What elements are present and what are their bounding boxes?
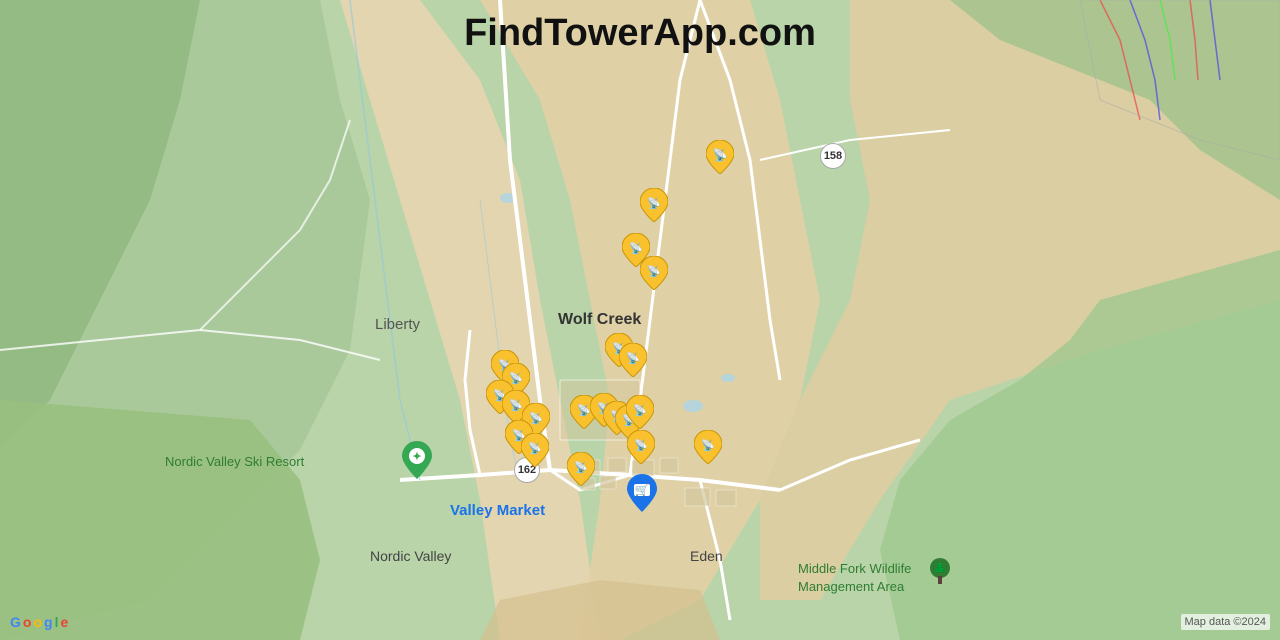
svg-text:📡: 📡	[647, 264, 661, 278]
tower-pin-19[interactable]: 📡	[627, 430, 655, 464]
tower-pin-4[interactable]: 📡	[640, 256, 668, 290]
nordic-valley-ski-pin[interactable]: ✦	[402, 441, 432, 484]
svg-text:📡: 📡	[528, 441, 542, 455]
svg-text:📡: 📡	[626, 351, 640, 365]
valley-market-cart-pin[interactable]: 🛒	[627, 474, 657, 517]
middle-fork-tree-icon: 🌲	[928, 558, 952, 591]
tower-pin-21[interactable]: 📡	[694, 430, 722, 464]
map-background	[0, 0, 1280, 640]
svg-text:📡: 📡	[647, 196, 661, 210]
svg-text:📡: 📡	[629, 241, 643, 255]
svg-text:🌲: 🌲	[933, 562, 947, 575]
svg-text:🛒: 🛒	[635, 483, 650, 497]
tower-pin-20[interactable]: 📡	[567, 452, 595, 486]
svg-text:📡: 📡	[633, 403, 647, 417]
tower-pin-2[interactable]: 📡	[640, 188, 668, 222]
tower-pin-1[interactable]: 📡	[706, 140, 734, 174]
svg-text:✦: ✦	[412, 451, 421, 463]
svg-text:📡: 📡	[574, 460, 588, 474]
google-watermark: G o o g l e	[10, 614, 68, 630]
map-attribution: Map data ©2024	[1181, 614, 1271, 630]
svg-text:📡: 📡	[634, 438, 648, 452]
svg-text:📡: 📡	[701, 438, 715, 452]
tower-pin-18[interactable]: 📡	[626, 395, 654, 429]
tower-pin-6[interactable]: 📡	[619, 343, 647, 377]
tower-pin-13[interactable]: 📡	[521, 433, 549, 467]
map-container: FindTowerApp.com 158 162 📡 📡 📡 📡 📡 📡 📡 📡…	[0, 0, 1280, 640]
app-title: FindTowerApp.com	[464, 12, 816, 55]
svg-text:📡: 📡	[713, 147, 728, 162]
road-shield-158: 158	[820, 143, 846, 169]
